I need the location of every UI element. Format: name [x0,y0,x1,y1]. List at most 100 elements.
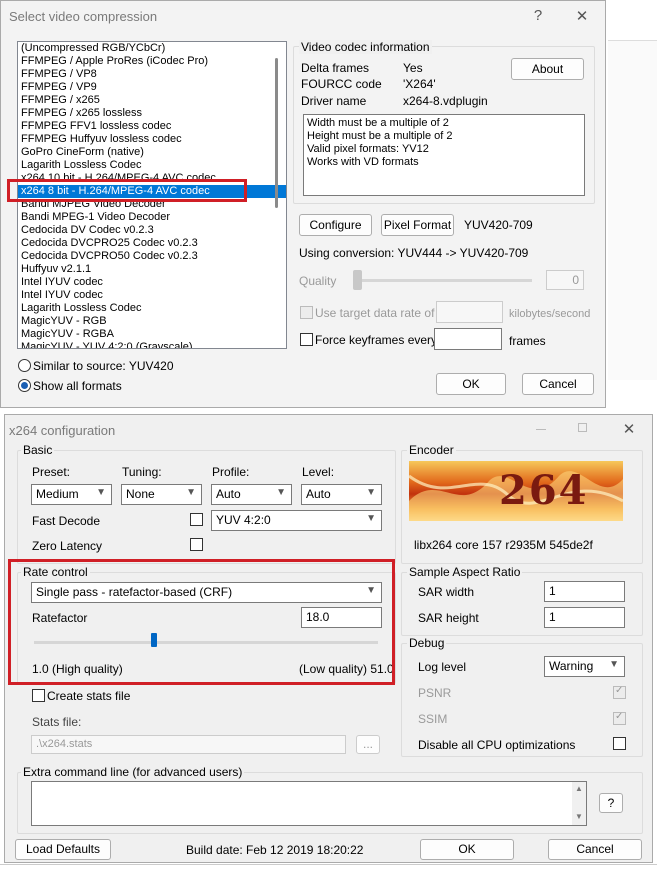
chevron-down-icon: ▼ [609,659,619,670]
codec-list-item[interactable]: FFMPEG / x265 [18,94,286,107]
dialog-title: Select video compression [9,9,158,24]
background-window-edge [0,864,657,869]
sar-width-label: SAR width [418,585,475,599]
keyframes-unit: frames [509,334,546,348]
chevron-down-icon: ▼ [186,487,196,498]
codec-list-item[interactable]: MagicYUV - YUV 4:2:0 (Grayscale) [18,341,286,348]
codec-list-item[interactable]: FFMPEG Huffyuv lossless codec [18,133,286,146]
level-label: Level: [302,465,335,479]
psnr-checkbox[interactable]: ✓ [613,685,626,699]
stats-browse-button[interactable]: ... [356,735,380,754]
zero-latency-label: Zero Latency [32,539,103,553]
quality-slider-thumb[interactable] [353,270,362,290]
ok-button[interactable]: OK [420,839,514,860]
level-select[interactable]: Auto ▼ [301,484,382,505]
help-button[interactable]: ? [526,7,550,24]
zero-latency-checkbox[interactable] [190,538,203,551]
fourcc-value: 'X264' [403,77,436,91]
profile-select[interactable]: Auto ▼ [211,484,292,505]
profile-value: Auto [216,487,241,501]
fast-decode-checkbox[interactable] [190,513,203,526]
pixel-format-value: YUV420-709 [464,218,533,232]
target-rate-label: Use target data rate of [315,306,435,320]
target-rate-field[interactable] [436,301,503,323]
target-rate-checkbox[interactable] [300,306,313,319]
extra-help-button[interactable]: ? [599,793,623,813]
disable-cpu-checkbox[interactable] [613,737,626,750]
ok-button[interactable]: OK [436,373,506,395]
load-defaults-button[interactable]: Load Defaults [15,839,111,860]
checkmark-icon: ✓ [615,711,624,722]
build-date: Build date: Feb 12 2019 18:20:22 [186,843,364,857]
cancel-button[interactable]: Cancel [522,373,594,395]
similar-source-label: Similar to source: YUV420 [33,359,174,373]
tuning-value: None [126,487,155,501]
fourcc-label: FOURCC code [301,77,382,91]
codec-list-item[interactable]: Intel IYUV codec [18,289,286,302]
chroma-select[interactable]: YUV 4:2:0 ▼ [211,510,382,531]
sar-height-field[interactable]: 1 [544,607,625,628]
sar-group-label: Sample Aspect Ratio [407,565,523,579]
cancel-button[interactable]: Cancel [548,839,642,860]
background-window-strip [608,40,657,380]
rate-control-highlight [8,559,395,685]
keyframes-checkbox[interactable] [300,333,313,346]
selected-codec-highlight [7,179,247,202]
codec-note: Height must be a multiple of 2 [307,130,453,142]
codec-note: Width must be a multiple of 2 [307,117,449,129]
codec-list-item[interactable]: FFMPEG / x265 lossless [18,107,286,120]
extra-cmd-group-label: Extra command line (for advanced users) [21,765,245,779]
quality-slider-track[interactable] [356,279,532,282]
codec-list-item[interactable]: FFMPEG / VP9 [18,81,286,94]
dialog-title: x264 configuration [9,423,116,438]
close-button[interactable]: ✕ [617,420,641,438]
codec-list-item[interactable]: FFMPEG / Apple ProRes (iCodec Pro) [18,55,286,68]
codec-list-item[interactable]: Cedocida DVCPRO50 Codec v0.2.3 [18,250,286,263]
ssim-checkbox[interactable]: ✓ [613,711,626,725]
close-button[interactable]: ✕ [570,7,594,25]
codec-list-item[interactable]: Huffyuv v2.1.1 [18,263,286,276]
codec-list-item[interactable]: Lagarith Lossless Codec [18,159,286,172]
about-button[interactable]: About [511,58,584,80]
log-level-select[interactable]: Warning ▼ [544,656,625,677]
basic-group-label: Basic [21,443,55,457]
debug-group-label: Debug [407,636,447,650]
codec-list-item[interactable]: Cedocida DV Codec v0.2.3 [18,224,286,237]
stats-file-field[interactable]: .\x264.stats [31,735,346,754]
codec-list-item[interactable]: MagicYUV - RGBA [18,328,286,341]
similar-source-radio[interactable] [18,359,31,372]
keyframes-field[interactable] [434,328,502,350]
create-stats-checkbox[interactable] [32,689,45,702]
configure-button[interactable]: Configure [299,214,372,236]
checkmark-icon: ✓ [615,685,624,696]
preset-select[interactable]: Medium ▼ [31,484,112,505]
codec-info-group-label: Video codec information [299,40,432,54]
codec-list-item[interactable]: FFMPEG FFV1 lossless codec [18,120,286,133]
codec-list-scrollbar[interactable] [275,58,278,208]
extra-cmd-scrollbar[interactable]: ▲ ▼ [572,782,586,825]
conversion-text: Using conversion: YUV444 -> YUV420-709 [299,246,529,260]
codec-list-item[interactable]: Intel IYUV codec [18,276,286,289]
minimize-icon [536,429,546,430]
driver-name-label: Driver name [301,94,367,108]
codec-list-item[interactable]: Lagarith Lossless Codec [18,302,286,315]
codec-list-item[interactable]: (Uncompressed RGB/YCbCr) [18,42,286,55]
sar-width-field[interactable]: 1 [544,581,625,602]
logo-text: 264 [499,467,589,514]
delta-frames-value: Yes [403,61,423,75]
codec-list-item[interactable]: Cedocida DVCPRO25 Codec v0.2.3 [18,237,286,250]
codec-list-item[interactable]: MagicYUV - RGB [18,315,286,328]
codec-list-item[interactable]: GoPro CineForm (native) [18,146,286,159]
chevron-down-icon: ▼ [96,487,106,498]
fast-decode-label: Fast Decode [32,514,101,528]
codec-list-item[interactable]: FFMPEG / VP8 [18,68,286,81]
show-all-formats-radio[interactable] [18,379,31,392]
log-level-value: Warning [549,659,594,673]
tuning-select[interactable]: None ▼ [121,484,202,505]
keyframes-label: Force keyframes every [315,333,438,347]
extra-cmd-textarea[interactable] [31,781,587,826]
sar-height-label: SAR height [418,611,479,625]
pixel-format-button[interactable]: Pixel Format [381,214,454,236]
codec-list-item[interactable]: Bandi MPEG-1 Video Decoder [18,211,286,224]
quality-value-field[interactable]: 0 [546,270,584,290]
